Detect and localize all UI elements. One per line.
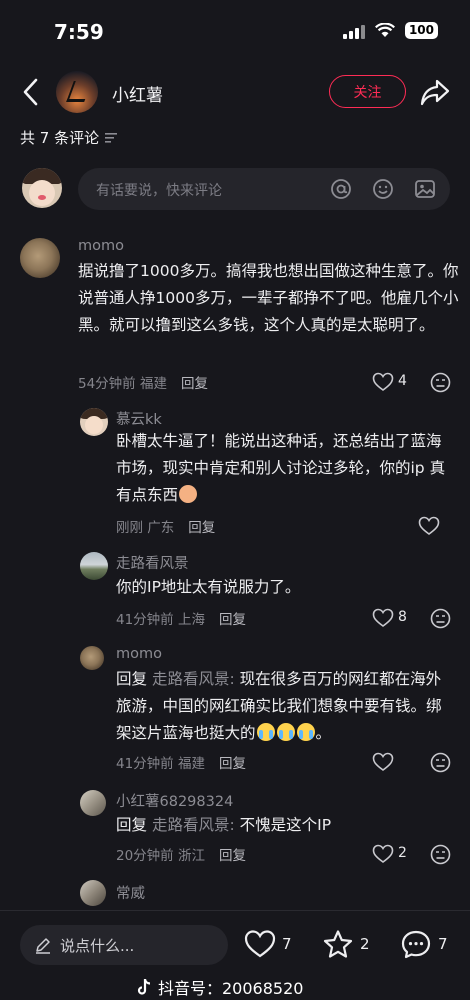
dislike-icon[interactable]: [430, 372, 451, 393]
dislike-icon[interactable]: [430, 844, 451, 865]
peach-face-emoji-icon: [179, 485, 198, 503]
douyin-watermark: 抖音号：20068520: [136, 975, 303, 999]
comment-text-body: 不愧是这个IP: [239, 816, 332, 834]
sort-icon[interactable]: [105, 132, 118, 143]
comment-meta: 刚刚 广东 回复: [116, 516, 215, 536]
reply-to-user[interactable]: 走路看风景:: [152, 816, 235, 834]
comment-meta: 41分钟前 上海 回复: [116, 608, 246, 628]
comment-time-location: 20分钟前 浙江: [116, 848, 205, 864]
comment-time-location: 54分钟前 福建: [78, 376, 167, 392]
comment-text: 据说撸了1000多万。搞得我也想出国做这种生意了。你说普通人挣1000多万，一辈…: [78, 262, 459, 334]
status-bar: 7:59 100: [0, 0, 470, 62]
commenter-name[interactable]: 常威: [116, 882, 145, 903]
comment-count: 共 7 条评论: [20, 127, 118, 148]
reply-button[interactable]: 回复: [219, 612, 246, 628]
commenter-avatar[interactable]: [80, 880, 106, 906]
comment-composer: 有话要说，快来评论: [0, 166, 470, 216]
star-collect-icon[interactable]: [322, 929, 354, 959]
status-time: 7:59: [54, 20, 104, 44]
my-avatar: [22, 168, 62, 208]
commenter-avatar[interactable]: [80, 408, 108, 436]
wifi-icon: [374, 23, 395, 37]
comment-text: 卧槽太牛逼了！能说出这种话，还总结出了蓝海市场，现实中肯定和别人讨论过多轮，你的…: [116, 428, 456, 509]
comment-count-label: 共 7 条评论: [20, 129, 100, 147]
heart-icon[interactable]: [372, 608, 394, 628]
author-name[interactable]: 小红薯: [112, 81, 163, 106]
bottom-comment-input[interactable]: 说点什么...: [20, 925, 228, 965]
collect-total: 2: [360, 935, 370, 953]
share-arrow-icon[interactable]: [420, 78, 450, 106]
like-count: 4: [398, 373, 407, 389]
commenter-name[interactable]: momo: [78, 238, 124, 254]
comment-meta: 41分钟前 福建 回复: [116, 752, 246, 772]
chevron-left-icon[interactable]: [20, 76, 42, 108]
mention-icon[interactable]: [330, 178, 352, 200]
image-icon[interactable]: [414, 178, 436, 200]
dislike-icon[interactable]: [430, 608, 451, 629]
reply-item: 小红薯68298324 回复 走路看风景: 不愧是这个IP 20分钟前 浙江 回复…: [0, 788, 470, 868]
comment-total: 7: [438, 935, 448, 953]
reply-item: 慕云kk 卧槽太牛逼了！能说出这种话，还总结出了蓝海市场，现实中肯定和别人讨论过…: [0, 406, 470, 536]
comment-text: 回复 走路看风景: 不愧是这个IP: [116, 812, 456, 839]
commenter-avatar[interactable]: [80, 646, 104, 670]
commenter-name[interactable]: momo: [116, 646, 162, 662]
commenter-name[interactable]: 慕云kk: [116, 408, 162, 429]
bottom-action-bar: 说点什么... 7 2 7 抖音号：20068520: [0, 910, 470, 1000]
pencil-icon: [36, 938, 50, 954]
post-header: 小红薯 关注: [0, 62, 470, 122]
status-icons: 100: [342, 22, 438, 39]
heart-icon[interactable]: [418, 516, 440, 536]
comment-input-placeholder[interactable]: 有话要说，快来评论: [96, 180, 222, 200]
reply-prefix: 回复: [116, 670, 148, 688]
commenter-avatar[interactable]: [20, 238, 60, 278]
comment-text: 你的IP地址太有说服力了。: [116, 578, 301, 596]
reply-to-user[interactable]: 走路看风景:: [152, 670, 235, 688]
heart-icon[interactable]: [372, 372, 394, 392]
reply-item: 走路看风景 你的IP地址太有说服力了。 41分钟前 上海 回复 8: [0, 550, 470, 630]
like-heart-icon[interactable]: [244, 929, 276, 959]
crying-emoji-icon: [276, 723, 295, 741]
comment-input-box[interactable]: 有话要说，快来评论: [78, 168, 450, 210]
emoji-icon[interactable]: [372, 178, 394, 200]
comment-item: momo 据说撸了1000多万。搞得我也想出国做这种生意了。你说普通人挣1000…: [0, 236, 470, 396]
comment-bubble-icon[interactable]: [400, 929, 432, 959]
like-count: 8: [398, 609, 407, 625]
comment-time-location: 41分钟前 福建: [116, 756, 205, 772]
heart-icon[interactable]: [372, 752, 394, 772]
commenter-name[interactable]: 走路看风景: [116, 552, 189, 573]
crying-emoji-icon: [296, 723, 315, 741]
reply-button[interactable]: 回复: [219, 756, 246, 772]
comment-meta: 54分钟前 福建 回复: [78, 372, 208, 392]
watermark-text: 抖音号：20068520: [158, 979, 304, 998]
comment-time-location: 41分钟前 上海: [116, 612, 205, 628]
follow-button[interactable]: 关注: [329, 75, 406, 108]
crying-emoji-icon: [256, 723, 275, 741]
like-total: 7: [282, 935, 292, 953]
reply-button[interactable]: 回复: [219, 848, 246, 864]
heart-icon[interactable]: [372, 844, 394, 864]
comment-meta: 20分钟前 浙江 回复: [116, 844, 246, 864]
commenter-avatar[interactable]: [80, 790, 106, 816]
commenter-name[interactable]: 小红薯68298324: [116, 790, 233, 811]
author-avatar[interactable]: [56, 71, 98, 113]
commenter-avatar[interactable]: [80, 552, 108, 580]
reply-button[interactable]: 回复: [188, 520, 215, 536]
like-count: 2: [398, 845, 407, 861]
comment-text-body: 卧槽太牛逼了！能说出这种话，还总结出了蓝海市场，现实中肯定和别人讨论过多轮，你的…: [116, 432, 446, 504]
reply-item: momo 回复 走路看风景: 现在很多百万的网红都在海外旅游，中国的网红确实比我…: [0, 644, 470, 774]
signal-icon: [342, 23, 365, 39]
comment-text: 回复 走路看风景: 现在很多百万的网红都在海外旅游，中国的网红确实比我们想象中要…: [116, 670, 442, 742]
douyin-logo-icon: [137, 979, 151, 995]
dislike-icon[interactable]: [430, 752, 451, 773]
reply-button[interactable]: 回复: [181, 376, 208, 392]
reply-prefix: 回复: [116, 816, 148, 834]
bottom-input-placeholder[interactable]: 说点什么...: [60, 935, 134, 956]
battery-indicator: 100: [404, 22, 438, 39]
comment-time-location: 刚刚 广东: [116, 520, 175, 536]
reply-item: 常威: [0, 878, 470, 910]
